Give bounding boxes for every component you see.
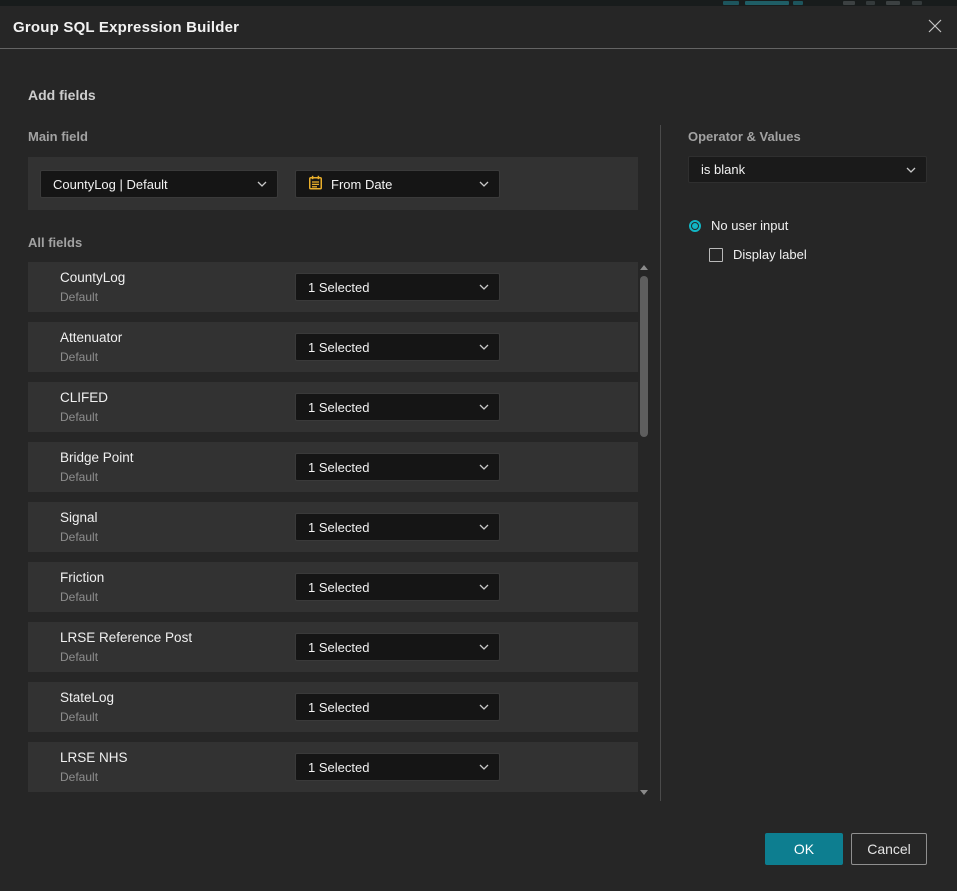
field-selection-value: 1 Selected [308,280,369,295]
all-fields-label: All fields [28,235,82,250]
field-subtitle: Default [60,290,98,304]
field-selection-dropdown[interactable]: 1 Selected [295,753,500,781]
field-row: LRSE NHS Default 1 Selected [28,742,638,792]
field-row: Bridge Point Default 1 Selected [28,442,638,492]
main-source-dropdown[interactable]: CountyLog | Default [40,170,278,198]
field-subtitle: Default [60,530,98,544]
chevron-down-icon [479,524,489,530]
calendar-date-icon [308,175,323,194]
dialog-title: Group SQL Expression Builder [13,6,239,49]
field-selection-value: 1 Selected [308,700,369,715]
field-selection-dropdown[interactable]: 1 Selected [295,693,500,721]
operator-values-label: Operator & Values [688,129,801,144]
field-subtitle: Default [60,590,98,604]
field-name: CLIFED [60,390,108,405]
backdrop-fragment [843,1,855,5]
main-field-value: From Date [331,177,392,192]
field-subtitle: Default [60,710,98,724]
field-selection-value: 1 Selected [308,340,369,355]
field-selection-dropdown[interactable]: 1 Selected [295,633,500,661]
scrollbar-thumb[interactable] [640,276,648,437]
backdrop-fragment [912,1,922,5]
main-field-label: Main field [28,129,88,144]
scroll-down-arrow-icon[interactable] [640,790,648,795]
field-selection-value: 1 Selected [308,400,369,415]
all-fields-list: CountyLog Default 1 Selected Attenuator … [28,262,638,802]
close-button[interactable] [926,19,944,37]
field-selection-dropdown[interactable]: 1 Selected [295,513,500,541]
field-name: Bridge Point [60,450,134,465]
chevron-down-icon [479,181,489,187]
scroll-up-arrow-icon[interactable] [640,265,648,270]
chevron-down-icon [479,404,489,410]
chevron-down-icon [479,704,489,710]
field-selection-value: 1 Selected [308,760,369,775]
panel-divider [660,125,661,801]
chevron-down-icon [906,167,916,173]
field-name: Signal [60,510,98,525]
dialog-titlebar: Group SQL Expression Builder [0,6,957,49]
field-row: CLIFED Default 1 Selected [28,382,638,432]
field-selection-dropdown[interactable]: 1 Selected [295,333,500,361]
chevron-down-icon [479,584,489,590]
ok-button[interactable]: OK [765,833,843,865]
field-row: Signal Default 1 Selected [28,502,638,552]
radio-selected-icon [689,220,701,232]
field-row: StateLog Default 1 Selected [28,682,638,732]
chevron-down-icon [479,284,489,290]
field-row: CountyLog Default 1 Selected [28,262,638,312]
operator-value: is blank [701,162,745,177]
backdrop-fragment [886,1,900,5]
chevron-down-icon [479,644,489,650]
field-subtitle: Default [60,350,98,364]
field-name: LRSE Reference Post [60,630,192,645]
cancel-button[interactable]: Cancel [851,833,927,865]
field-name: CountyLog [60,270,125,285]
field-selection-value: 1 Selected [308,460,369,475]
field-subtitle: Default [60,470,98,484]
close-icon [927,18,943,39]
list-scrollbar[interactable] [637,261,651,803]
field-subtitle: Default [60,650,98,664]
field-selection-value: 1 Selected [308,520,369,535]
backdrop-fragment [866,1,875,5]
no-user-input-label: No user input [711,218,788,233]
chevron-down-icon [479,464,489,470]
field-selection-dropdown[interactable]: 1 Selected [295,453,500,481]
field-row: Friction Default 1 Selected [28,562,638,612]
display-label-checkbox-row[interactable]: Display label [709,247,807,262]
field-selection-dropdown[interactable]: 1 Selected [295,393,500,421]
field-row: Attenuator Default 1 Selected [28,322,638,372]
main-field-panel: CountyLog | Default From Date [28,157,638,210]
field-name: LRSE NHS [60,750,128,765]
field-name: Attenuator [60,330,122,345]
no-user-input-radio[interactable]: No user input [689,218,788,233]
display-label-text: Display label [733,247,807,262]
field-selection-value: 1 Selected [308,580,369,595]
field-selection-dropdown[interactable]: 1 Selected [295,573,500,601]
field-name: Friction [60,570,104,585]
field-selection-value: 1 Selected [308,640,369,655]
operator-dropdown[interactable]: is blank [688,156,927,183]
add-fields-heading: Add fields [28,87,96,103]
backdrop-fragment [793,1,803,5]
dialog-footer: OK Cancel [765,833,927,865]
main-field-dropdown[interactable]: From Date [295,170,500,198]
field-subtitle: Default [60,770,98,784]
backdrop-fragment [723,1,739,5]
field-selection-dropdown[interactable]: 1 Selected [295,273,500,301]
backdrop-fragment [745,1,789,5]
chevron-down-icon [257,181,267,187]
field-name: StateLog [60,690,114,705]
field-subtitle: Default [60,410,98,424]
checkbox-unchecked-icon[interactable] [709,248,723,262]
field-row: LRSE Reference Post Default 1 Selected [28,622,638,672]
chevron-down-icon [479,764,489,770]
main-source-value: CountyLog | Default [53,177,168,192]
chevron-down-icon [479,344,489,350]
